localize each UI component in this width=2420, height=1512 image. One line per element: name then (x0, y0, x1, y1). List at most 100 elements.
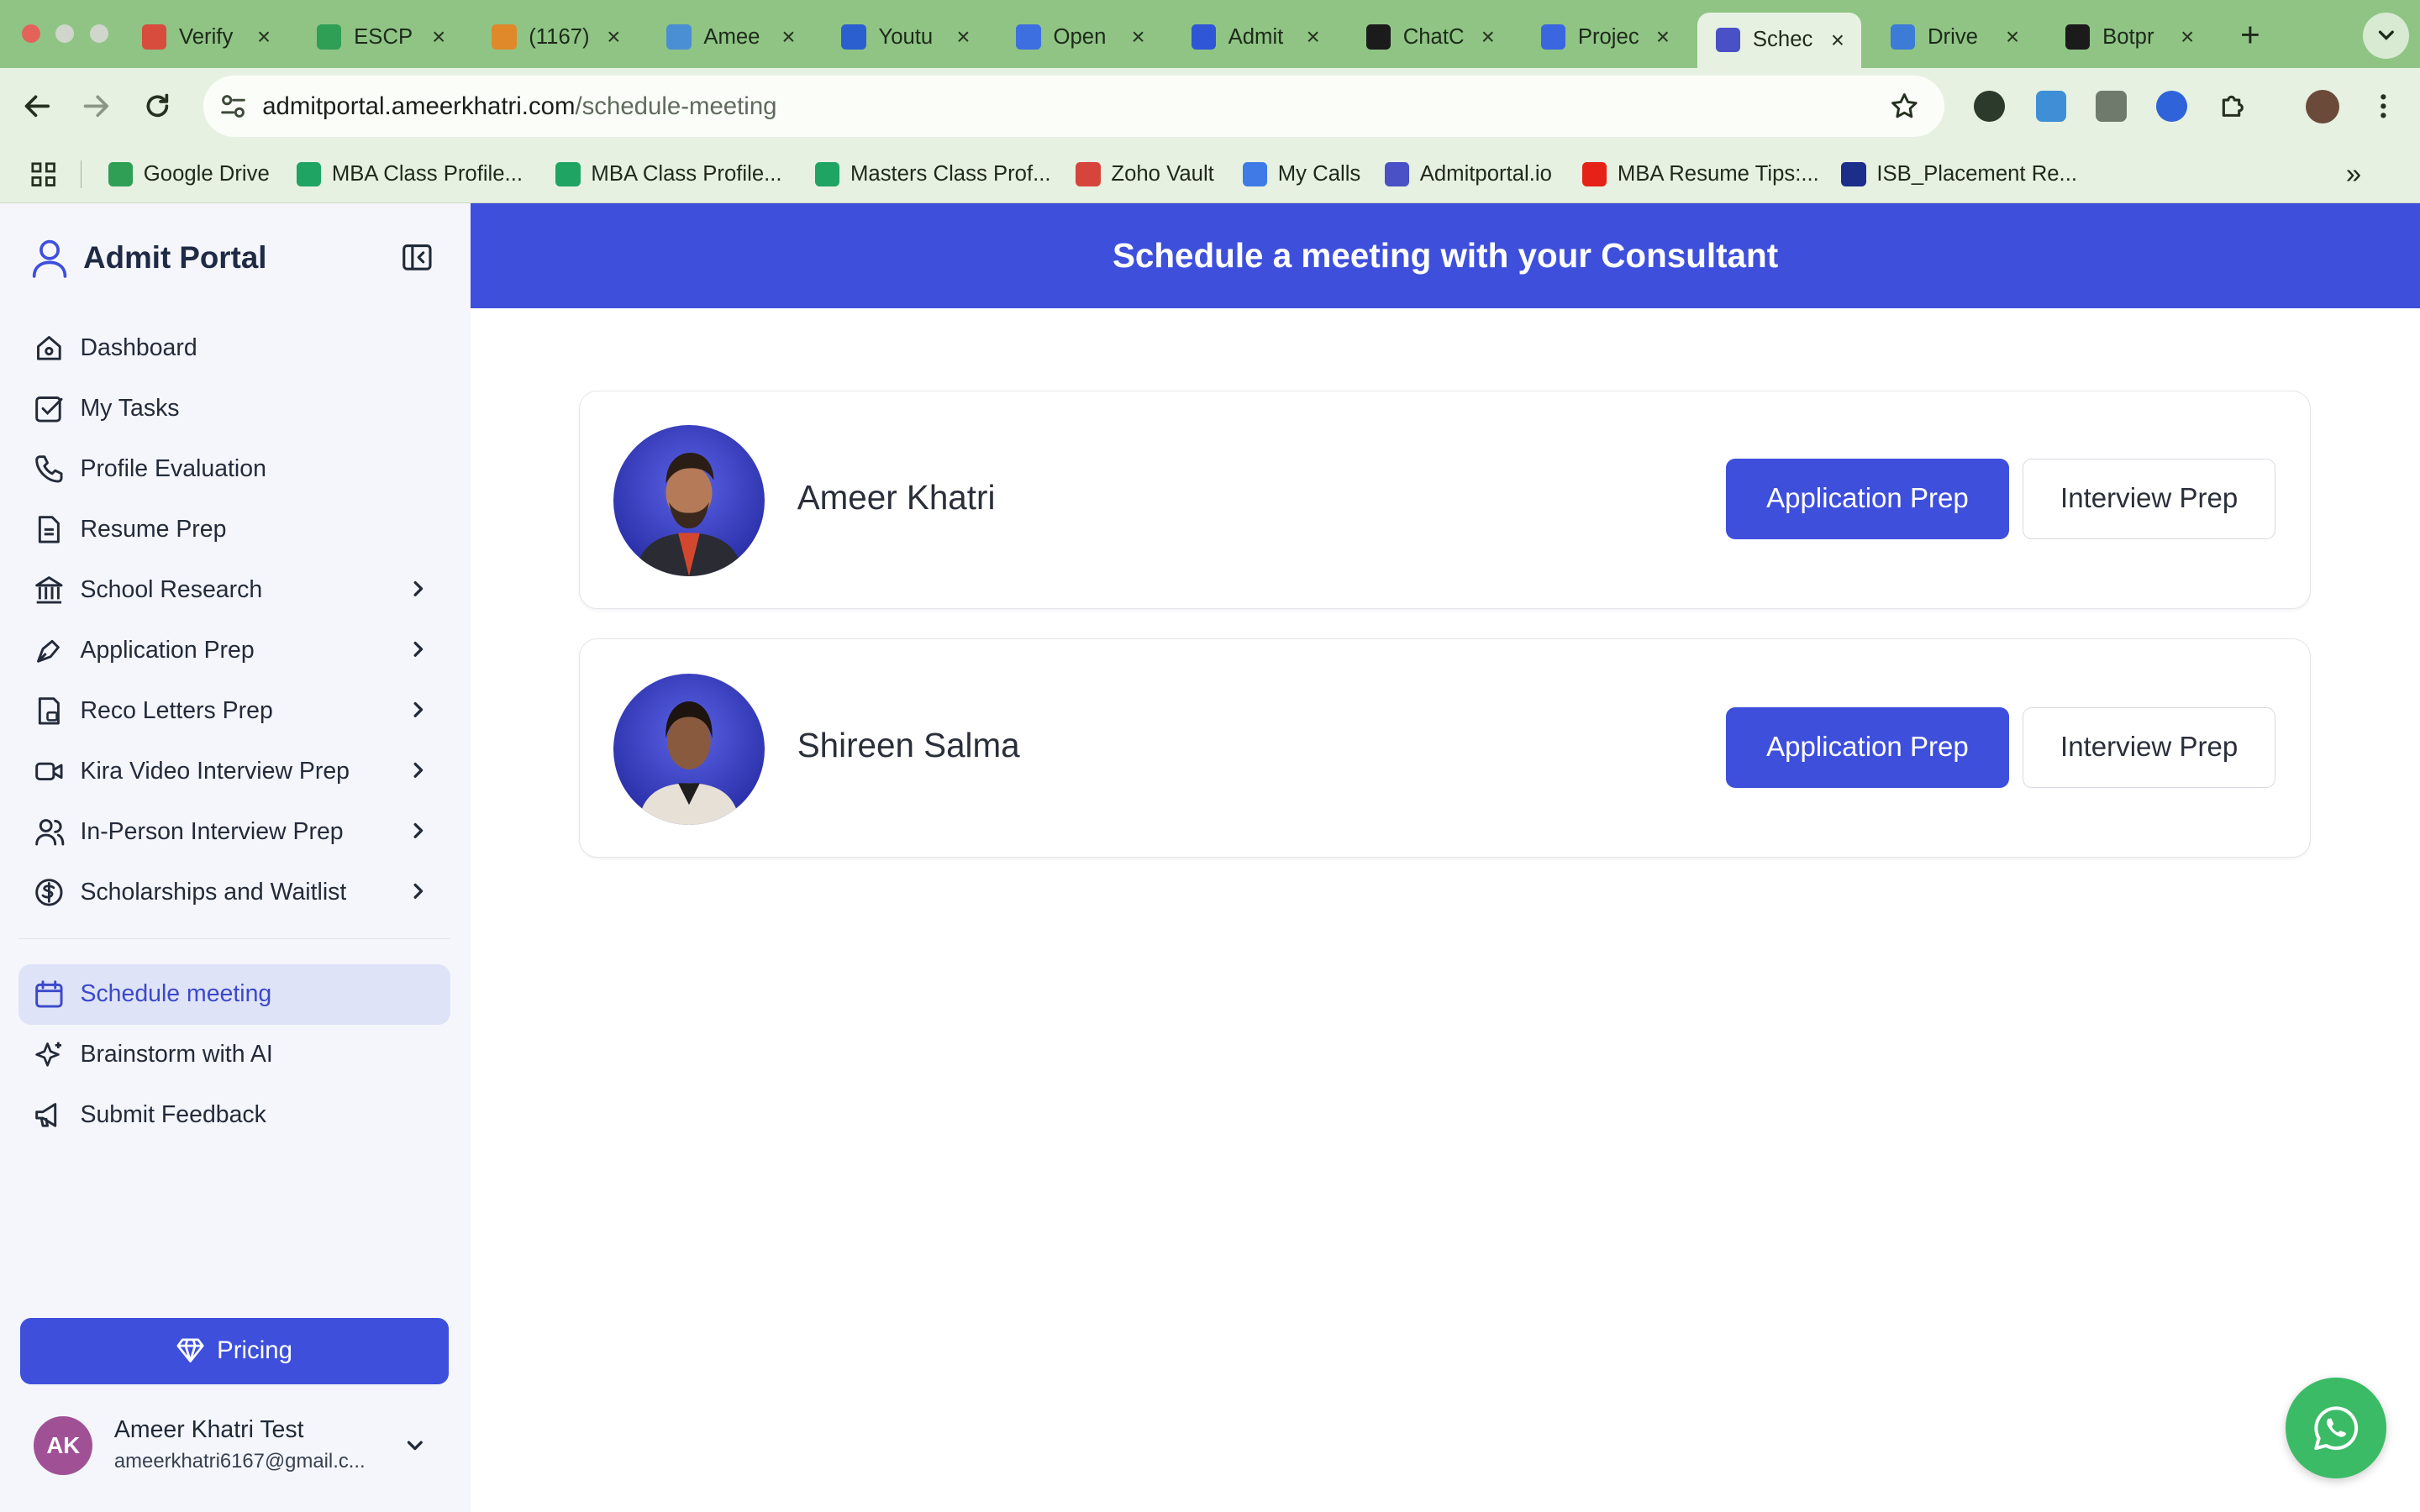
browser-toolbar: admitportal.ameerkhatri.com/schedule-mee… (0, 67, 2420, 145)
whatsapp-chat-button[interactable] (2286, 1378, 2386, 1478)
sidebar-item-scholarships-and-waitlist[interactable]: Scholarships and Waitlist (18, 862, 450, 922)
browser-tab[interactable]: Schec × (1697, 12, 1861, 68)
interview-prep-button[interactable]: Interview Prep (2023, 459, 2276, 539)
browser-tab[interactable]: Botpr × (2047, 13, 2211, 62)
bookmark-item[interactable]: My Calls (1242, 160, 1360, 188)
sidebar-item-dashboard[interactable]: Dashboard (18, 318, 450, 378)
consultant-photo (613, 673, 765, 825)
sidebar: Admit Portal Dashboard My Tasks Profile Ev… (0, 203, 471, 1512)
back-button[interactable] (17, 87, 57, 127)
bookmark-item[interactable]: MBA Class Profile... (555, 160, 782, 188)
bookmark-item[interactable]: Zoho Vault (1076, 160, 1214, 188)
tb-extension-icon[interactable] (2096, 91, 2127, 123)
bookmarks-overflow-button[interactable]: » (2346, 159, 2361, 190)
profile-avatar[interactable] (2306, 89, 2340, 123)
sidebar-item-schedule-meeting[interactable]: Schedule meeting (18, 963, 451, 1025)
tab-close-icon[interactable]: × (602, 24, 624, 50)
close-window-button[interactable] (21, 24, 40, 44)
tab-close-icon[interactable]: × (953, 24, 975, 50)
extensions-button[interactable] (2213, 87, 2254, 127)
browser-tab[interactable]: ChatC × (1348, 13, 1512, 62)
chatgpt-icon (1365, 24, 1392, 50)
iq-extension-icon[interactable] (2155, 91, 2187, 123)
bookmark-item[interactable]: ISB_Placement Re... (1841, 160, 2077, 188)
sidebar-item-label: My Tasks (80, 394, 180, 422)
tab-close-icon[interactable]: × (1128, 24, 1150, 50)
tab-search-button[interactable] (2362, 12, 2410, 59)
google-drive-icon (317, 24, 342, 50)
tab-close-icon[interactable]: × (1477, 24, 1499, 50)
star-icon[interactable] (1889, 91, 1920, 122)
minimize-window-button[interactable] (55, 24, 75, 44)
nav-primary: Dashboard My Tasks Profile Evaluation Resum… (18, 318, 450, 922)
pricing-button[interactable]: Pricing (19, 1317, 450, 1384)
tab-close-icon[interactable]: × (1827, 27, 1849, 54)
zoom-window-button[interactable] (89, 24, 108, 44)
tab-title: ESCP (354, 24, 413, 49)
mail-extension-icon[interactable] (2035, 91, 2067, 123)
bookmark-favicon-icon (108, 161, 133, 187)
chevron-down-icon (2378, 30, 2394, 41)
browser-tab[interactable]: Youtu × (823, 13, 986, 62)
video-icon (34, 756, 65, 787)
address-bar[interactable]: admitportal.ameerkhatri.com/schedule-mee… (203, 75, 1945, 138)
sidebar-item-label: Profile Evaluation (80, 454, 266, 482)
url-host: admitportal.ameerkhatri.com (262, 92, 576, 120)
user-menu[interactable]: AK Ameer Khatri Test ameerkhatri6167@gma… (34, 1412, 438, 1489)
bookmark-favicon-icon (1076, 161, 1101, 187)
bookmark-favicon-icon (1242, 161, 1267, 187)
browser-tab[interactable]: Drive × (1872, 13, 2036, 62)
chevron-right-icon (408, 880, 429, 902)
interview-prep-button[interactable]: Interview Prep (2023, 707, 2276, 788)
application-prep-button[interactable]: Application Prep (1726, 459, 2009, 539)
user-name: Ameer Khatri Test (113, 1416, 304, 1444)
sidebar-item-label: Resume Prep (80, 515, 227, 543)
reload-button[interactable] (137, 87, 177, 127)
sidebar-item-resume-prep[interactable]: Resume Prep (18, 499, 450, 559)
browser-tab[interactable]: Verify × (124, 13, 287, 62)
browser-tab[interactable]: Amee × (648, 13, 812, 62)
new-tab-button[interactable]: + (2232, 15, 2269, 55)
browser-tab[interactable]: ESCP × (298, 13, 462, 62)
arrow-right-icon (83, 95, 108, 118)
sidebar-item-reco-letters-prep[interactable]: Reco Letters Prep (18, 680, 450, 741)
tab-close-icon[interactable]: × (1652, 24, 1674, 50)
browser-tab[interactable]: Open × (997, 13, 1161, 62)
tab-close-icon[interactable]: × (1302, 24, 1324, 50)
sidebar-item-brainstorm-with-ai[interactable]: Brainstorm with AI (18, 1025, 450, 1085)
tab-close-icon[interactable]: × (253, 24, 275, 50)
tab-title: Schec (1752, 28, 1813, 52)
sidebar-item-application-prep[interactable]: Application Prep (18, 620, 450, 680)
grammarly-extension-icon[interactable] (1974, 91, 2005, 123)
browser-tab[interactable]: Projec × (1523, 13, 1686, 62)
sidebar-item-school-research[interactable]: School Research (18, 559, 450, 620)
bookmark-favicon-icon (814, 161, 840, 187)
tab-title: Open (1053, 24, 1107, 49)
sidebar-item-my-tasks[interactable]: My Tasks (18, 378, 450, 438)
site-info-icon[interactable] (219, 92, 247, 120)
tab-close-icon[interactable]: × (428, 24, 450, 50)
apps-grid-icon[interactable] (31, 162, 55, 186)
tab-title: ChatC (1402, 24, 1465, 49)
bookmark-item[interactable]: MBA Resume Tips:... (1581, 160, 1819, 188)
collapse-sidebar-button[interactable] (402, 242, 435, 276)
browser-tab[interactable]: Admit × (1173, 13, 1337, 62)
sidebar-item-in-person-interview-prep[interactable]: In-Person Interview Prep (18, 801, 450, 862)
application-prep-button[interactable]: Application Prep (1726, 707, 2009, 788)
tab-strip: Verify × ESCP × (1167) × Amee × Youtu × Open × Admit… (0, 0, 2420, 68)
doc-icon (1890, 24, 1916, 50)
sidebar-item-kira-video-interview-prep[interactable]: Kira Video Interview Prep (18, 741, 450, 801)
sidebar-item-profile-evaluation[interactable]: Profile Evaluation (18, 438, 450, 499)
browser-tab[interactable]: (1167) × (473, 13, 637, 62)
bookmark-item[interactable]: Masters Class Prof... (814, 160, 1051, 188)
forward-button[interactable] (76, 87, 116, 127)
panel-collapse-icon (402, 244, 432, 271)
tab-close-icon[interactable]: × (2176, 24, 2198, 50)
bookmark-item[interactable]: Admitportal.io (1384, 160, 1552, 188)
bookmark-item[interactable]: MBA Class Profile... (296, 160, 523, 188)
tab-close-icon[interactable]: × (2002, 24, 2023, 50)
sidebar-item-submit-feedback[interactable]: Submit Feedback (18, 1085, 450, 1146)
browser-menu-button[interactable] (2363, 87, 2403, 127)
bookmark-item[interactable]: Google Drive (108, 160, 270, 188)
tab-close-icon[interactable]: × (778, 24, 800, 50)
